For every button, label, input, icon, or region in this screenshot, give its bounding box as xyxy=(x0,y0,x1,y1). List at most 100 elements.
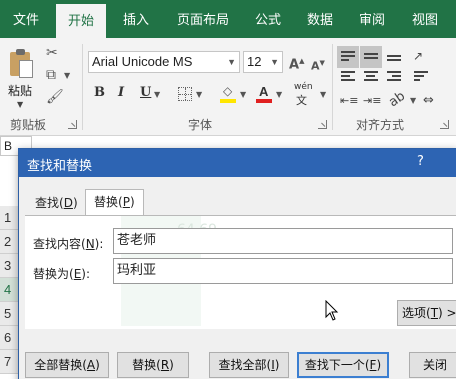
group-divider xyxy=(332,44,333,130)
orientation-button[interactable]: ↗ xyxy=(410,46,432,68)
close-button[interactable]: 关闭 xyxy=(409,352,456,378)
align-center-button[interactable] xyxy=(360,66,382,88)
paste-dropdown-icon[interactable]: ▼ xyxy=(17,100,23,109)
replace-with-input[interactable]: 玛利亚 xyxy=(113,258,453,284)
italic-button[interactable]: I xyxy=(118,85,124,100)
options-label: 选项( xyxy=(402,306,431,320)
border-dropdown-icon[interactable]: ▼ xyxy=(196,90,202,99)
find-next-suffix: ) xyxy=(376,358,382,372)
find-what-input[interactable]: 苍老师 xyxy=(113,228,453,254)
alignment-group-label: 对齐方式 xyxy=(356,118,405,132)
chevron-down-icon: ▼ xyxy=(227,57,236,67)
tab-insert[interactable]: 插入 xyxy=(112,0,160,38)
format-painter-icon[interactable]: 🖌 xyxy=(46,89,64,105)
font-size-select[interactable]: 12 ▼ xyxy=(243,51,283,73)
row-header[interactable]: 7 xyxy=(0,350,20,374)
tab-view[interactable]: 视图 xyxy=(402,0,448,38)
dialog-titlebar[interactable]: 查找和替换 ? xyxy=(19,149,456,177)
tab-home[interactable]: 开始 xyxy=(56,4,106,38)
font-color-icon[interactable]: A xyxy=(256,84,272,104)
replace-with-suffix: ): xyxy=(81,267,91,281)
copy-dropdown-icon[interactable]: ▼ xyxy=(64,71,70,80)
tab-find-accesskey: D xyxy=(63,196,73,210)
wrap-text-button[interactable] xyxy=(410,66,432,88)
merge-center-button[interactable]: ⇔ xyxy=(420,90,442,112)
font-group-label: 字体 xyxy=(188,118,213,132)
border-icon[interactable] xyxy=(178,87,192,101)
replace-all-suffix: ) xyxy=(95,358,100,372)
tab-formulas[interactable]: 公式 xyxy=(246,0,290,38)
options-suffix: ) > xyxy=(438,306,456,320)
mouse-pointer-icon xyxy=(325,300,339,321)
underline-dropdown-icon[interactable]: ▼ xyxy=(154,90,160,99)
fill-color-icon[interactable]: ◇ xyxy=(220,84,236,104)
options-button[interactable]: 选项(T) > xyxy=(397,300,456,326)
replace-all-button[interactable]: 全部替换(A) xyxy=(25,352,109,378)
cut-icon[interactable]: ✂ xyxy=(46,45,58,61)
row-header[interactable]: 5 xyxy=(0,302,20,326)
find-all-label: 查找全部( xyxy=(218,358,272,372)
row-header[interactable]: 2 xyxy=(0,230,20,254)
paste-button-label[interactable]: 粘贴 xyxy=(8,82,32,99)
help-icon[interactable]: ? xyxy=(417,154,424,169)
tab-find[interactable]: 查找(D) xyxy=(27,191,86,217)
tab-find-label: 查找( xyxy=(35,196,64,210)
clipboard-launcher-icon[interactable] xyxy=(68,120,77,129)
align-left-button[interactable] xyxy=(337,66,359,88)
row-header[interactable]: 1 xyxy=(0,206,20,230)
tab-find-suffix: ) xyxy=(72,196,78,210)
row-header[interactable]: 6 xyxy=(0,326,20,350)
replace-accesskey: R xyxy=(160,358,170,372)
increase-font-icon[interactable]: A▲ xyxy=(289,53,304,73)
alignment-launcher-icon[interactable] xyxy=(440,120,449,129)
font-color-dropdown-icon[interactable]: ▼ xyxy=(276,90,282,99)
phonetic-icon[interactable]: wén 文 xyxy=(294,82,322,107)
orientation-dropdown-icon[interactable]: ▼ xyxy=(410,96,416,105)
ribbon-home-panel: 粘贴 ▼ ✂ ⧉ ▼ 🖌 剪贴板 Arial Unicode MS ▼ 12 ▼… xyxy=(0,38,456,136)
font-size-value: 12 xyxy=(247,54,262,69)
orientation-icon[interactable]: ab xyxy=(386,89,408,112)
replace-all-label: 全部替换( xyxy=(34,358,87,372)
tab-replace[interactable]: 替换(P) xyxy=(85,189,144,217)
chevron-down-icon: ▼ xyxy=(270,57,279,67)
font-launcher-icon[interactable] xyxy=(318,120,327,129)
find-next-label: 查找下一个( xyxy=(304,358,370,372)
find-next-button[interactable]: 查找下一个(F) xyxy=(297,352,389,378)
align-top-button[interactable] xyxy=(337,46,359,68)
tab-file[interactable]: 文件 xyxy=(0,0,52,38)
find-what-label-text: 查找内容( xyxy=(33,237,86,251)
find-what-suffix: ): xyxy=(94,237,104,251)
tab-data[interactable]: 数据 xyxy=(298,0,342,38)
options-accesskey: T xyxy=(430,306,439,320)
tab-replace-label: 替换( xyxy=(94,195,123,209)
dialog-title: 查找和替换 xyxy=(27,159,93,174)
find-what-label: 查找内容(N): xyxy=(33,235,103,252)
tab-page-layout[interactable]: 页面布局 xyxy=(166,0,240,38)
phonetic-dropdown-icon[interactable]: ▼ xyxy=(320,90,326,99)
find-what-accesskey: N xyxy=(85,237,95,251)
group-divider xyxy=(82,44,83,130)
find-all-button[interactable]: 查找全部(I) xyxy=(209,352,289,378)
decrease-indent-button[interactable]: ⇤≡ xyxy=(337,90,359,112)
replace-with-label-text: 替换为( xyxy=(33,267,74,281)
bold-button[interactable]: B xyxy=(94,85,105,100)
replace-with-label: 替换为(E): xyxy=(33,265,90,282)
paste-icon[interactable] xyxy=(10,48,34,80)
align-bottom-button[interactable] xyxy=(383,46,405,68)
row-header[interactable]: 3 xyxy=(0,254,20,278)
clipboard-group-label: 剪贴板 xyxy=(10,118,47,132)
align-middle-button[interactable] xyxy=(360,46,382,68)
underline-button[interactable]: U xyxy=(140,85,151,100)
increase-indent-button[interactable]: ⇥≡ xyxy=(360,90,382,112)
align-right-button[interactable] xyxy=(383,66,405,88)
replace-button[interactable]: 替换(R) xyxy=(117,352,189,378)
font-name-value: Arial Unicode MS xyxy=(92,54,193,69)
replace-suffix: ) xyxy=(169,358,174,372)
fill-dropdown-icon[interactable]: ▼ xyxy=(240,90,246,99)
font-name-select[interactable]: Arial Unicode MS ▼ xyxy=(88,51,240,73)
decrease-font-icon[interactable]: A▼ xyxy=(311,55,325,75)
copy-icon[interactable]: ⧉ xyxy=(46,67,56,83)
row-header[interactable]: 4 xyxy=(0,278,20,302)
tab-review[interactable]: 审阅 xyxy=(350,0,394,38)
close-label: 关闭 xyxy=(422,358,447,372)
